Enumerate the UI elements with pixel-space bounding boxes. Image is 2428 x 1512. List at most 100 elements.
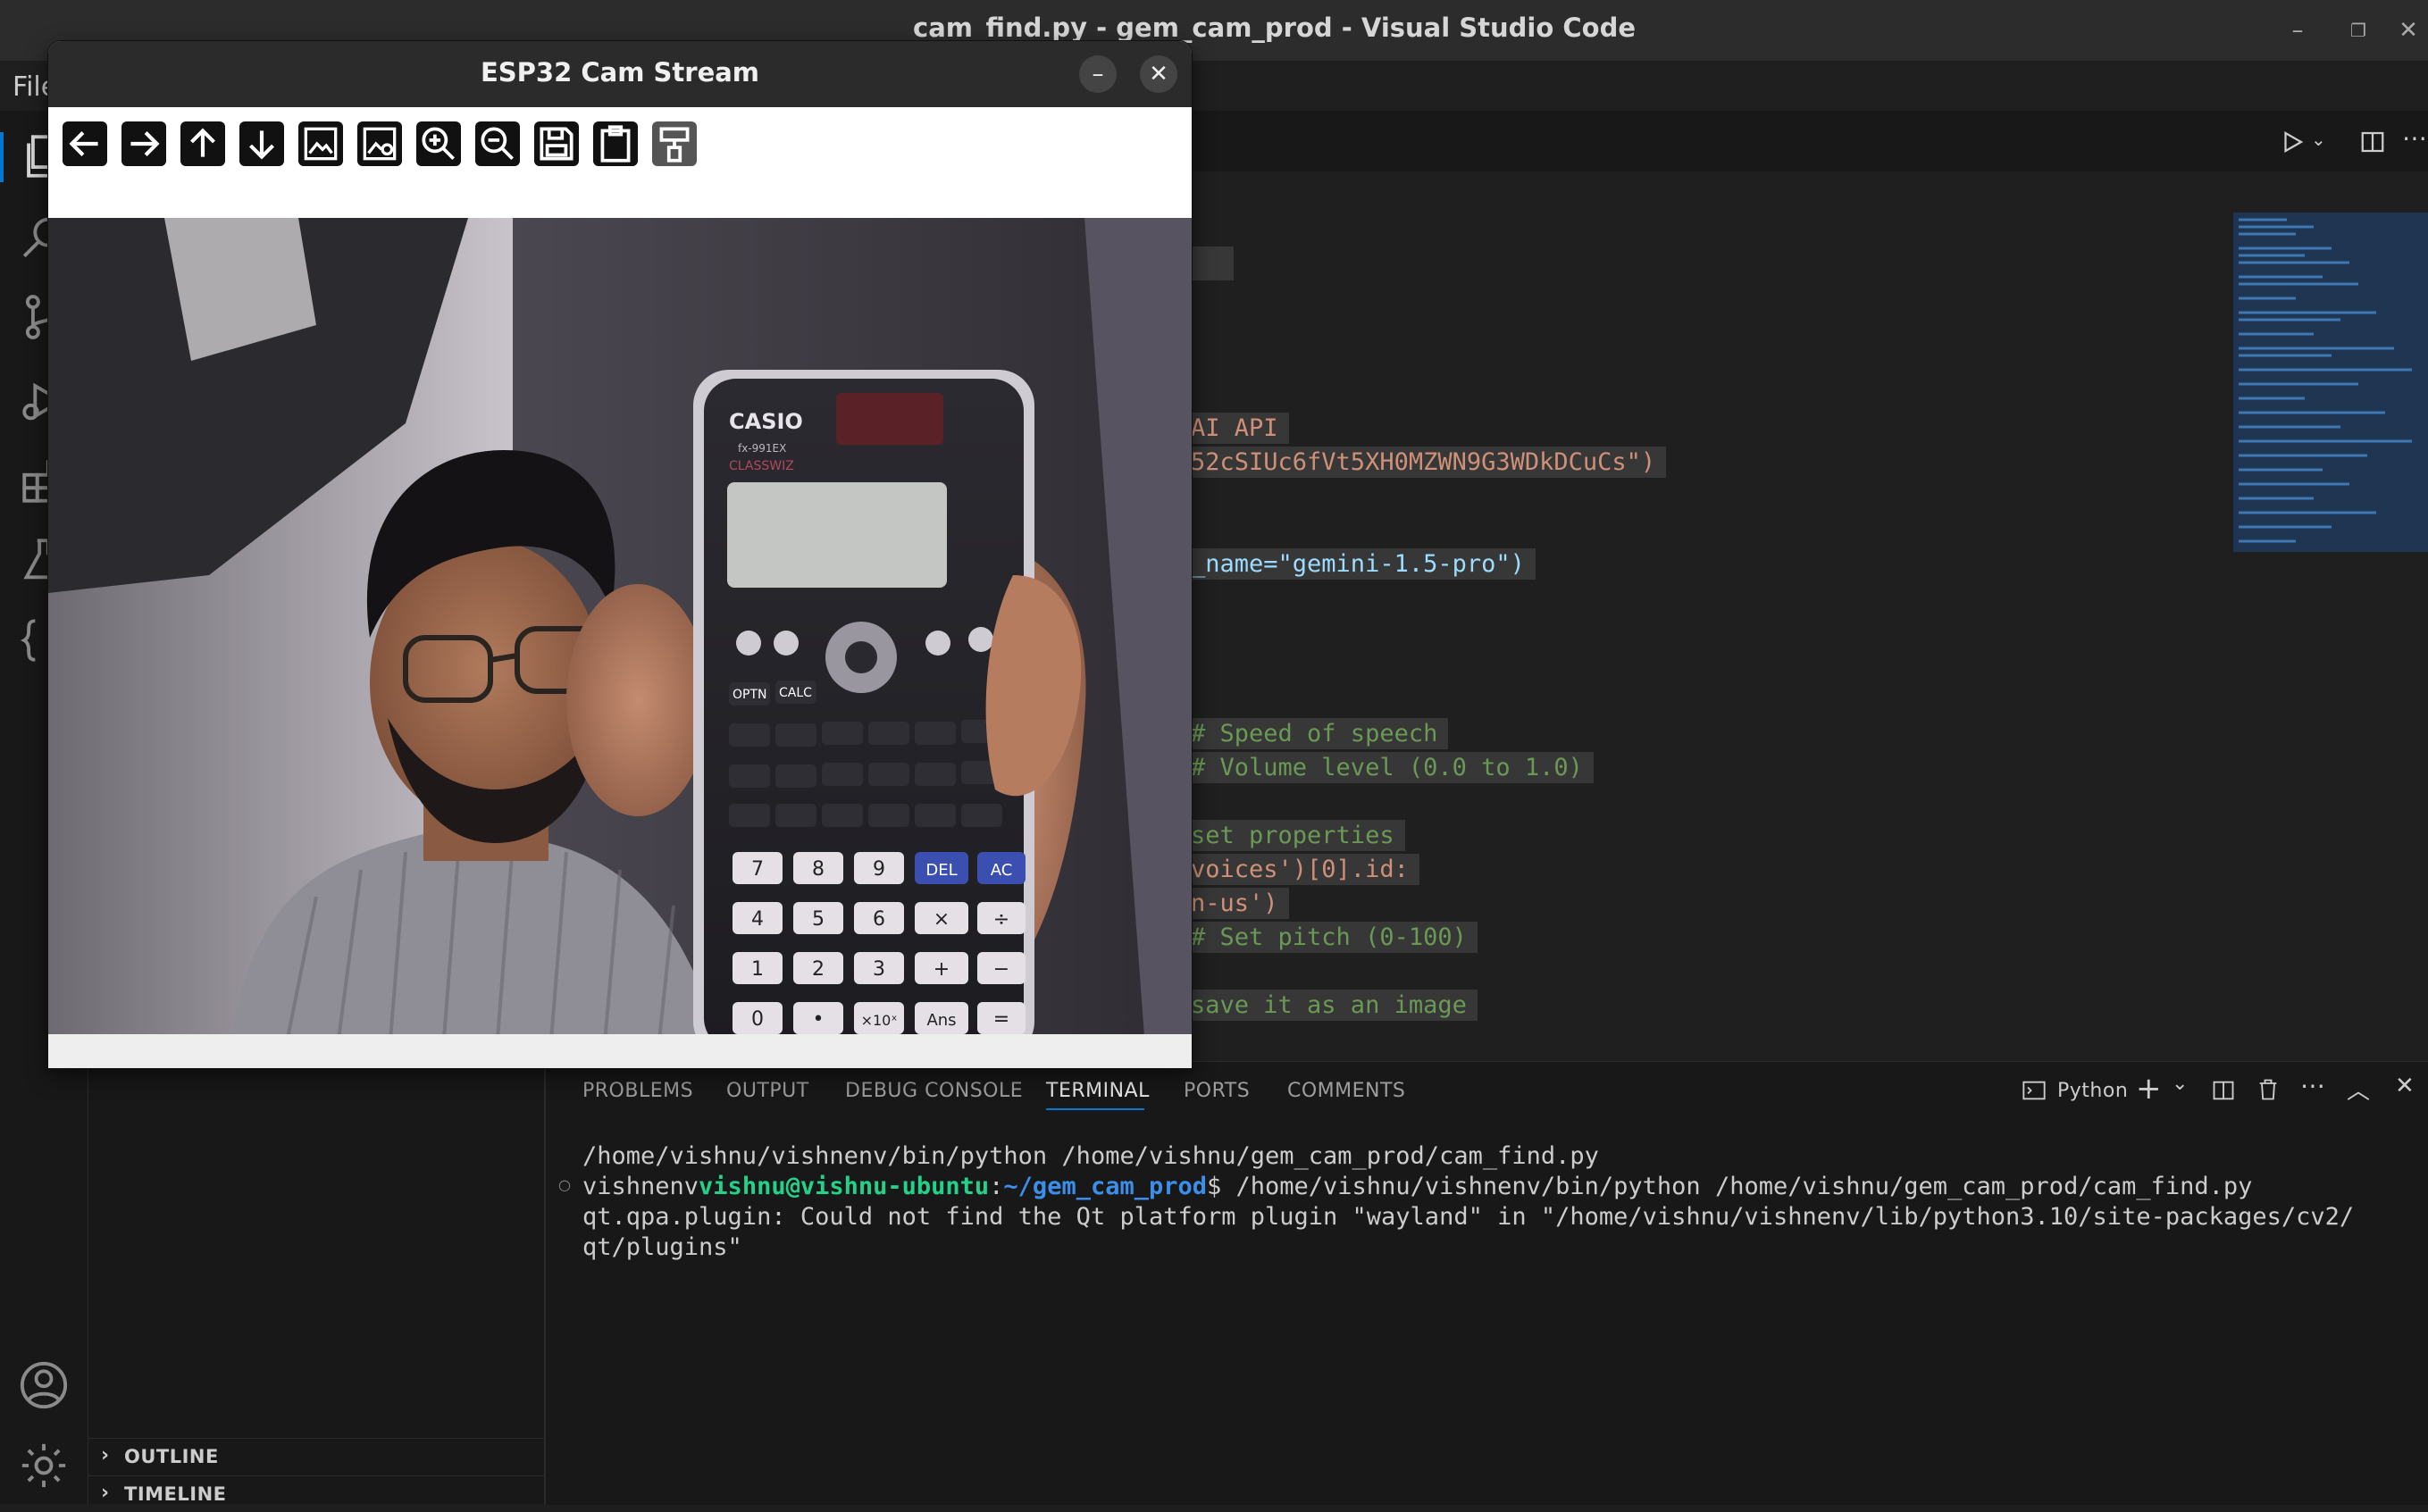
chevron-right-icon: › (101, 1482, 110, 1504)
outline-section[interactable]: › OUTLINE (88, 1438, 544, 1474)
run-icon[interactable] (2279, 129, 2306, 155)
terminal-icon (2022, 1081, 2046, 1100)
image-icon[interactable] (298, 121, 343, 166)
properties-icon[interactable] (652, 121, 697, 166)
code-line: voices')[0].id: (1189, 854, 1419, 885)
timeline-section[interactable]: › TIMELINE (88, 1475, 544, 1512)
terminal-prompt-line: vishnenvvishnu@vishnu-ubuntu:~/gem_cam_p… (582, 1173, 2253, 1200)
terminal-line: qt.qpa.plugin: Could not find the Qt pla… (582, 1203, 2355, 1231)
tab-terminal[interactable]: TERMINAL (1046, 1080, 1150, 1102)
code-line: set properties (1189, 820, 1405, 851)
calc-key: 7 (751, 858, 764, 881)
timeline-label: TIMELINE (124, 1483, 227, 1505)
calc-key: CALC (779, 686, 812, 700)
clipboard-icon[interactable] (593, 121, 638, 166)
calc-key: = (993, 1008, 1009, 1031)
arrow-right-icon[interactable] (121, 121, 166, 166)
window-restore-button[interactable]: ❐ (2340, 14, 2376, 46)
terminal-prompt-circle-icon: ○ (558, 1176, 571, 1193)
code-line: n-us') (1189, 888, 1289, 919)
split-editor-icon[interactable] (2359, 129, 2386, 155)
cam-stream-window[interactable]: ESP32 Cam Stream – ✕ CASIO fx-991EX CLAS… (48, 41, 1192, 1068)
terminal-path: ~/gem_cam_prod (1003, 1173, 1207, 1200)
arrow-down-icon[interactable] (239, 121, 284, 166)
code-line: _name="gemini-1.5-pro") (1189, 548, 1536, 580)
cam-toolbar (48, 107, 1192, 218)
calc-series: CLASSWIZ (729, 459, 794, 473)
account-icon[interactable] (18, 1359, 70, 1411)
calc-key: 6 (873, 908, 885, 931)
cam-close-button[interactable]: ✕ (1140, 55, 1177, 93)
cam-window-title: ESP32 Cam Stream (480, 57, 760, 88)
terminal-line: qt/plugins" (582, 1233, 742, 1261)
active-tab-underline (1046, 1108, 1144, 1110)
code-line: # Volume level (0.0 to 1.0) (1189, 752, 1594, 783)
code-line: AI API (1189, 413, 1289, 444)
calc-key: Ans (926, 1011, 956, 1030)
calc-model: fx-991EX (738, 442, 786, 455)
close-panel-icon[interactable]: ✕ (2395, 1073, 2415, 1099)
calc-key: 9 (873, 858, 885, 881)
window-minimize-button[interactable]: – (2280, 14, 2315, 46)
window-title: cam_find.py - gem_cam_prod - Visual Stud… (913, 13, 1637, 43)
calc-key: 2 (812, 958, 825, 981)
tab-output[interactable]: OUTPUT (726, 1080, 809, 1102)
calc-key: ×10ˣ (861, 1012, 898, 1029)
terminal-line: /home/vishnu/vishnenv/bin/python /home/v… (582, 1142, 1599, 1170)
split-terminal-icon[interactable] (2211, 1078, 2236, 1103)
minimap[interactable] (2233, 213, 2428, 552)
calc-key: • (813, 1008, 825, 1031)
active-indicator (0, 132, 4, 182)
terminal-env: vishnenv (582, 1173, 699, 1200)
maximize-panel-chevron-icon[interactable]: ︿ (2347, 1073, 2370, 1106)
calc-brand: CASIO (729, 409, 803, 434)
calc-key: 4 (751, 908, 764, 931)
calc-key: + (934, 958, 950, 981)
calc-key: 3 (873, 958, 885, 981)
minimap-lines (2239, 218, 2412, 543)
panel-more-icon[interactable]: ⋯ (2300, 1071, 2325, 1100)
calc-key: AC (991, 861, 1013, 880)
arrow-left-icon[interactable] (63, 121, 107, 166)
zoom-in-icon[interactable] (416, 121, 461, 166)
image-settings-icon[interactable] (357, 121, 402, 166)
calc-key: 5 (812, 908, 825, 931)
cam-statusbar (48, 1034, 1192, 1068)
outline-label: OUTLINE (124, 1446, 219, 1467)
code-line: # Speed of speech (1189, 718, 1449, 749)
calc-key: ÷ (993, 908, 1009, 931)
calc-key: × (934, 908, 950, 931)
terminal-command: $ /home/vishnu/vishnenv/bin/python /home… (1207, 1173, 2253, 1200)
terminal-dropdown-chevron-icon[interactable]: ⌄ (2172, 1073, 2188, 1095)
tab-debug-console[interactable]: DEBUG CONSOLE (845, 1080, 1023, 1102)
new-terminal-plus-icon[interactable]: + (2136, 1071, 2162, 1107)
calc-key: DEL (925, 861, 957, 880)
settings-gear-icon[interactable] (18, 1440, 70, 1491)
cam-minimize-button[interactable]: – (1079, 55, 1117, 93)
bottom-panel: PROBLEMS OUTPUT DEBUG CONSOLE TERMINAL P… (546, 1061, 2428, 1505)
calc-key: 1 (751, 958, 764, 981)
trash-icon[interactable] (2256, 1076, 2281, 1103)
calc-key: 8 (812, 858, 825, 881)
calc-key: − (993, 958, 1009, 981)
run-dropdown-chevron-icon[interactable]: ⌄ (2311, 129, 2326, 150)
calc-key: 0 (751, 1008, 764, 1031)
tab-ports[interactable]: PORTS (1184, 1080, 1250, 1102)
window-close-button[interactable]: ✕ (2390, 14, 2426, 46)
chevron-right-icon: › (101, 1444, 110, 1466)
more-actions-icon[interactable]: ⋯ (2402, 123, 2427, 153)
code-line: 52cSIUc6fVt5XH0MZWN9G3WDkDCuCs") (1189, 447, 1667, 478)
arrow-up-icon[interactable] (180, 121, 225, 166)
cam-window-titlebar[interactable]: ESP32 Cam Stream – ✕ (48, 41, 1192, 107)
tab-problems[interactable]: PROBLEMS (582, 1080, 693, 1102)
save-icon[interactable] (534, 121, 579, 166)
code-highlight (1189, 246, 1234, 280)
terminal-user-host: vishnu@vishnu-ubuntu (699, 1173, 990, 1200)
terminal-profile-label[interactable]: Python (2057, 1080, 2128, 1102)
calc-key: OPTN (733, 688, 767, 702)
code-line: # Set pitch (0-100) (1189, 922, 1478, 953)
cam-video-frame: CASIO fx-991EX CLASSWIZ OPTN CALC 7 8 9 … (48, 218, 1192, 1068)
code-line: save it as an image (1189, 990, 1478, 1021)
zoom-out-icon[interactable] (475, 121, 520, 166)
tab-comments[interactable]: COMMENTS (1287, 1080, 1405, 1102)
